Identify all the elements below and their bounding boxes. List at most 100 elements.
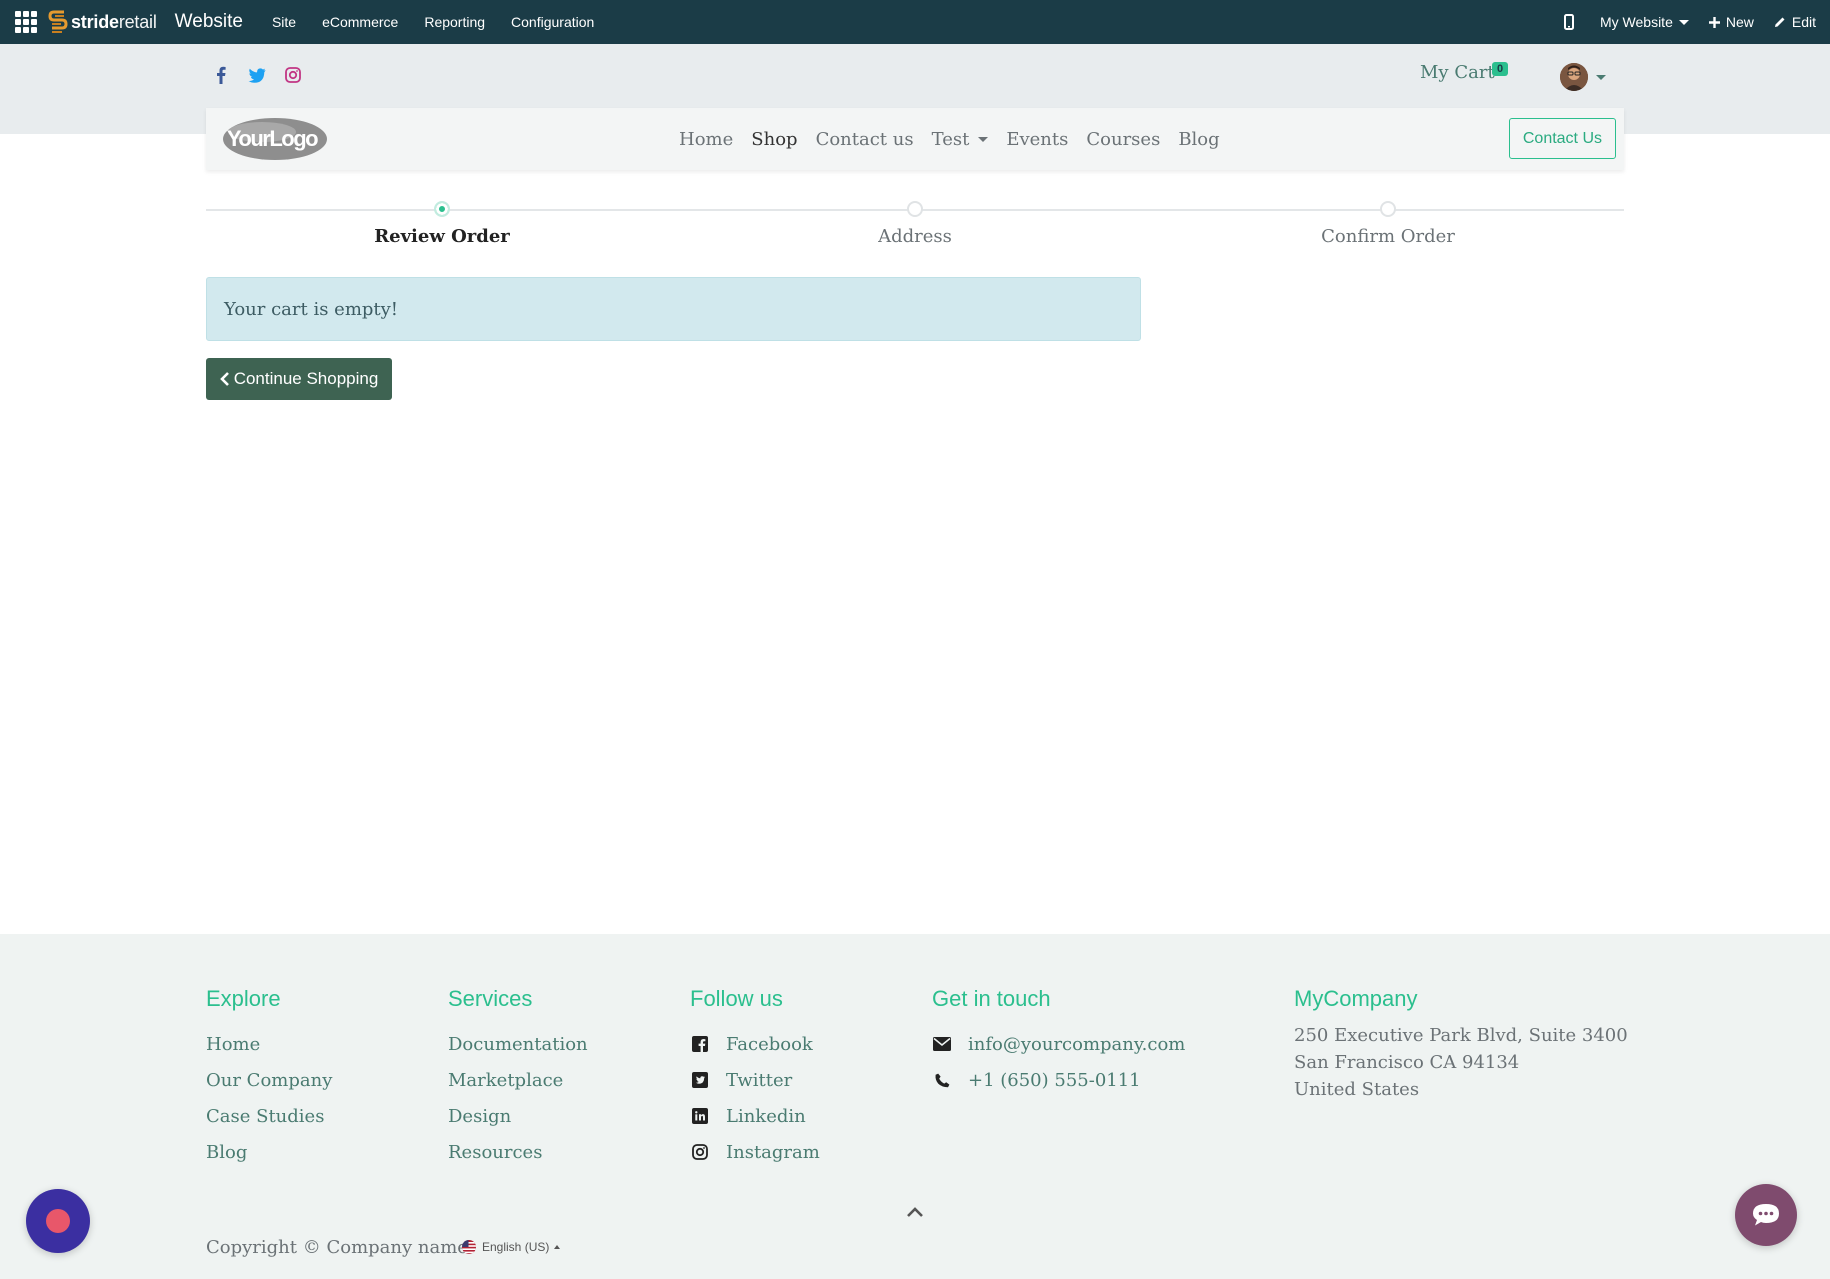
step-review-order[interactable]: Review Order — [292, 196, 592, 247]
nav-events[interactable]: Events — [1006, 129, 1068, 150]
step-label: Address — [878, 226, 952, 247]
edit-button-label: Edit — [1791, 14, 1816, 30]
scroll-to-top-icon[interactable] — [906, 1206, 924, 1218]
step-dot — [1380, 201, 1396, 217]
footer-link-instagram[interactable]: Instagram — [690, 1134, 820, 1170]
footer-link-label: Facebook — [726, 1033, 813, 1055]
footer-link-case-studies[interactable]: Case Studies — [206, 1098, 332, 1134]
footer-heading: MyCompany — [1294, 986, 1418, 1011]
apps-menu-icon[interactable] — [14, 10, 38, 34]
footer-link-marketplace[interactable]: Marketplace — [448, 1062, 588, 1098]
website-selector-label: My Website — [1599, 14, 1673, 30]
chat-bubble-icon — [1753, 1204, 1779, 1226]
twitter-square-icon — [690, 1070, 710, 1090]
your-logo[interactable]: YourLogo — [222, 117, 328, 161]
footer-link-linkedin[interactable]: Linkedin — [690, 1098, 820, 1134]
brand[interactable]: strideretail — [48, 9, 157, 35]
menu-site[interactable]: Site — [272, 14, 296, 30]
menu-configuration[interactable]: Configuration — [511, 14, 594, 30]
footer-company: MyCompany 250 Executive Park Blvd, Suite… — [1294, 986, 1628, 1103]
checkout-progress: Review Order Address Confirm Order — [206, 196, 1624, 256]
twitter-icon[interactable] — [246, 64, 268, 86]
envelope-icon — [932, 1034, 952, 1054]
footer-get-in-touch: Get in touch info@yourcompany.com +1 (65… — [932, 986, 1185, 1098]
instagram-icon — [690, 1142, 710, 1162]
linkedin-square-icon — [690, 1106, 710, 1126]
footer-link-facebook[interactable]: Facebook — [690, 1026, 820, 1062]
nav-home[interactable]: Home — [679, 129, 733, 150]
app-menu: Site eCommerce Reporting Configuration — [259, 14, 607, 30]
website-navbar: YourLogo Home Shop Contact us Test Event… — [206, 108, 1624, 170]
new-button-label: New — [1725, 14, 1754, 30]
mobile-icon — [1563, 14, 1574, 30]
footer-link-documentation[interactable]: Documentation — [448, 1026, 588, 1062]
address-line: 250 Executive Park Blvd, Suite 3400 — [1294, 1025, 1628, 1046]
footer-explore: Explore Home Our Company Case Studies Bl… — [206, 986, 332, 1170]
phone-icon — [932, 1070, 952, 1090]
facebook-square-icon — [690, 1034, 710, 1054]
step-label: Review Order — [374, 226, 510, 247]
nav-courses[interactable]: Courses — [1086, 129, 1160, 150]
empty-cart-alert: Your cart is empty! — [206, 277, 1141, 341]
brand-name: strideretail — [71, 11, 157, 32]
user-menu[interactable] — [1560, 63, 1606, 91]
footer-phone-link[interactable]: +1 (650) 555-0111 — [932, 1062, 1185, 1098]
footer: Explore Home Our Company Case Studies Bl… — [0, 934, 1830, 1279]
step-label: Confirm Order — [1321, 226, 1455, 247]
footer-heading: Get in touch — [932, 986, 1051, 1011]
menu-reporting[interactable]: Reporting — [424, 14, 485, 30]
footer-link-label: Twitter — [726, 1069, 793, 1091]
copyright: Copyright © Company name — [206, 1237, 468, 1258]
footer-link-design[interactable]: Design — [448, 1098, 588, 1134]
address-line: San Francisco CA 94134 — [1294, 1052, 1520, 1073]
footer-follow-us: Follow us Facebook Twitter Linkedin Inst… — [690, 986, 820, 1170]
step-dot — [907, 201, 923, 217]
plus-icon — [1708, 16, 1720, 28]
footer-phone: +1 (650) 555-0111 — [968, 1069, 1141, 1091]
live-chat-button[interactable] — [1735, 1184, 1797, 1246]
app-name[interactable]: Website — [175, 11, 243, 33]
cart-count-badge: 0 — [1492, 62, 1509, 76]
edit-button[interactable]: Edit — [1774, 14, 1816, 30]
menu-ecommerce[interactable]: eCommerce — [322, 14, 398, 30]
language-label: English (US) — [482, 1240, 550, 1254]
footer-heading: Follow us — [690, 986, 783, 1011]
chevron-left-icon — [219, 372, 229, 386]
mobile-preview-button[interactable] — [1563, 14, 1580, 30]
admin-topbar: strideretail Website Site eCommerce Repo… — [0, 0, 1830, 44]
chevron-up-icon — [554, 1245, 561, 1249]
footer-link-label: Linkedin — [726, 1105, 806, 1127]
footer-heading: Explore — [206, 986, 281, 1011]
stride-logo-icon — [48, 10, 68, 33]
footer-link-home[interactable]: Home — [206, 1026, 332, 1062]
footer-link-our-company[interactable]: Our Company — [206, 1062, 332, 1098]
recording-widget-button[interactable] — [26, 1189, 90, 1253]
new-button[interactable]: New — [1708, 14, 1754, 30]
nav-contact-us[interactable]: Contact us — [816, 129, 914, 150]
instagram-icon[interactable] — [282, 64, 304, 86]
chevron-down-icon — [978, 136, 989, 142]
website-selector[interactable]: My Website — [1600, 14, 1689, 30]
footer-link-resources[interactable]: Resources — [448, 1134, 588, 1170]
footer-email: info@yourcompany.com — [968, 1033, 1186, 1055]
nav-test-label: Test — [931, 128, 970, 150]
footer-services: Services Documentation Marketplace Desig… — [448, 986, 588, 1170]
my-cart-link[interactable]: My Cart — [1420, 62, 1495, 83]
footer-heading: Services — [448, 986, 533, 1011]
step-confirm-order[interactable]: Confirm Order — [1238, 196, 1538, 247]
continue-shopping-button[interactable]: Continue Shopping — [206, 358, 392, 400]
footer-email-link[interactable]: info@yourcompany.com — [932, 1026, 1185, 1062]
contact-us-button[interactable]: Contact Us — [1508, 118, 1616, 159]
facebook-icon[interactable] — [210, 64, 232, 86]
footer-link-twitter[interactable]: Twitter — [690, 1062, 820, 1098]
chevron-down-icon — [1596, 74, 1606, 80]
nav-blog[interactable]: Blog — [1178, 129, 1219, 150]
avatar — [1560, 63, 1588, 91]
nav-test-dropdown[interactable]: Test — [932, 129, 989, 150]
nav-shop[interactable]: Shop — [751, 129, 797, 150]
step-address[interactable]: Address — [765, 196, 1065, 247]
language-selector[interactable]: English (US) — [462, 1240, 561, 1254]
footer-link-blog[interactable]: Blog — [206, 1134, 332, 1170]
chevron-down-icon — [1678, 19, 1689, 25]
step-dot-active — [434, 201, 450, 217]
